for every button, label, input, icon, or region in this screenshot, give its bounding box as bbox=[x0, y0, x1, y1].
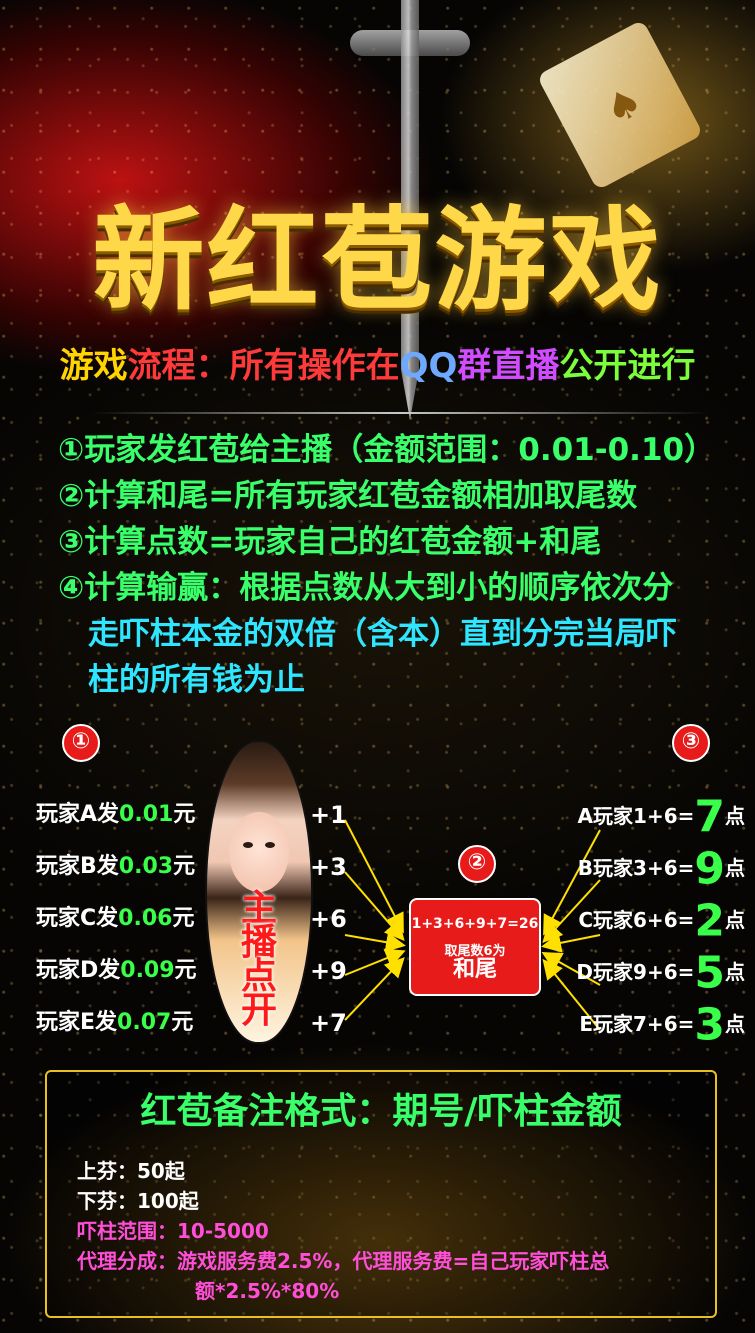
result-row: A玩家1+6=7点 bbox=[577, 791, 745, 843]
result-row: C玩家6+6=2点 bbox=[578, 895, 745, 947]
host-eye bbox=[243, 842, 253, 848]
sum-box: 1+3+6+9+7=26 取尾数6为 和尾 bbox=[409, 898, 541, 996]
divider bbox=[90, 412, 710, 414]
rule-3: ③计算点数=玩家自己的红苞金额+和尾 bbox=[58, 524, 602, 560]
rules-list: ①玩家发红苞给主播（金额范围：0.01-0.10） ②计算和尾=所有玩家红苞金额… bbox=[58, 428, 748, 704]
add-value: +9 bbox=[310, 957, 347, 985]
flow-part-3: 所有操作在 bbox=[229, 346, 400, 386]
player-list: 玩家A发0.01元 玩家B发0.03元 玩家C发0.06元 玩家D发0.09元 … bbox=[36, 795, 197, 1055]
host-label: 主播点开 bbox=[240, 888, 277, 1031]
sum-equation: 1+3+6+9+7=26 bbox=[411, 916, 539, 932]
note-range: 吓柱范围：10-5000 bbox=[77, 1219, 269, 1243]
note-down: 下芬：100起 bbox=[77, 1189, 199, 1213]
result-row: B玩家3+6=9点 bbox=[577, 843, 745, 895]
result-row: E玩家7+6=3点 bbox=[579, 999, 745, 1051]
player-row: 玩家C发0.06元 bbox=[36, 906, 195, 931]
flow-part-2: 流程： bbox=[127, 346, 230, 386]
step-3-badge: ③ bbox=[672, 724, 710, 762]
player-row: 玩家A发0.01元 bbox=[36, 802, 196, 827]
step-1-badge: ① bbox=[62, 724, 100, 762]
note-lines: 上芬：50起 下芬：100起 吓柱范围：10-5000 代理分成：游戏服务费2.… bbox=[77, 1156, 609, 1306]
add-value: +7 bbox=[310, 1009, 347, 1037]
player-row: 玩家D发0.09元 bbox=[36, 958, 197, 983]
note-agent: 代理分成：游戏服务费2.5%，代理服务费=自己玩家吓柱总 额*2.5%*80% bbox=[77, 1246, 609, 1306]
rule-4-cont-2: 柱的所有钱为止 bbox=[88, 662, 305, 698]
flow-part-1: 游戏 bbox=[59, 346, 128, 386]
step-2-badge: ② bbox=[458, 845, 496, 883]
add-value: +1 bbox=[310, 801, 347, 829]
flow-part-5: 群直播 bbox=[457, 346, 560, 386]
note-title: 红苞备注格式：期号/吓柱金额 bbox=[140, 1091, 622, 1132]
rule-4: ④计算输赢：根据点数从大到小的顺序依次分 bbox=[58, 570, 674, 606]
add-values: +1 +3 +6 +9 +7 bbox=[310, 795, 347, 1055]
host-avatar: 主播点开 bbox=[205, 740, 313, 1044]
game-flow-banner: 游戏流程：所有操作在QQ群直播公开进行 bbox=[0, 338, 755, 387]
rule-4-cont-1: 走吓柱本金的双倍（含本）直到分完当局吓 bbox=[88, 616, 677, 652]
host-eye bbox=[265, 842, 275, 848]
note-box: 红苞备注格式：期号/吓柱金额 上芬：50起 下芬：100起 吓柱范围：10-50… bbox=[45, 1070, 717, 1318]
add-value: +6 bbox=[310, 905, 347, 933]
player-row: 玩家E发0.07元 bbox=[36, 1010, 194, 1035]
rule-2: ②计算和尾=所有玩家红苞金额相加取尾数 bbox=[58, 478, 638, 514]
player-row: 玩家B发0.03元 bbox=[36, 854, 196, 879]
result-row: D玩家9+6=5点 bbox=[576, 947, 745, 999]
rule-1: ①玩家发红苞给主播（金额范围：0.01-0.10） bbox=[58, 432, 716, 468]
result-list: A玩家1+6=7点 B玩家3+6=9点 C玩家6+6=2点 D玩家9+6=5点 … bbox=[576, 790, 745, 1051]
host-face bbox=[229, 812, 289, 892]
note-agent-cont: 额*2.5%*80% bbox=[195, 1279, 340, 1303]
flow-part-6: 公开进行 bbox=[559, 346, 696, 386]
page-title: 新红苞游戏 bbox=[92, 196, 663, 326]
flow-part-4: QQ bbox=[399, 346, 458, 386]
add-value: +3 bbox=[310, 853, 347, 881]
sum-result-label: 和尾 bbox=[452, 957, 497, 982]
spade-icon: ♠ bbox=[597, 77, 651, 135]
note-up: 上芬：50起 bbox=[77, 1159, 185, 1183]
